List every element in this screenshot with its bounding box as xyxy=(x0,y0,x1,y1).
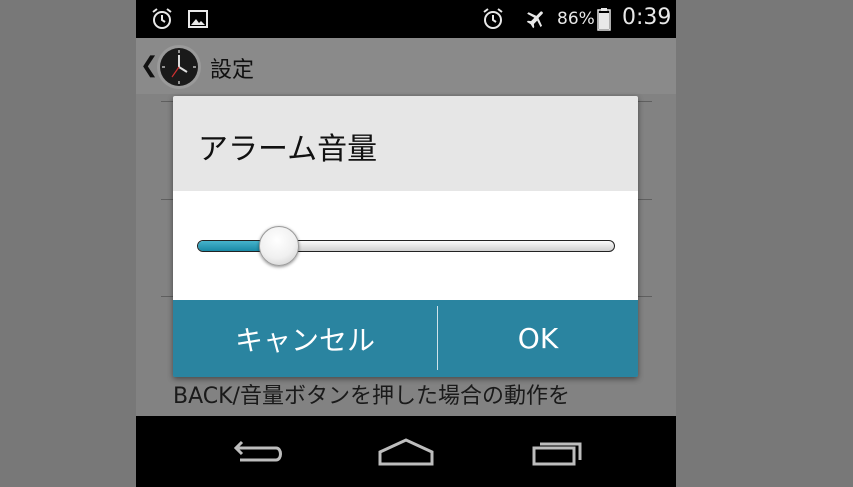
battery-percent: 86% xyxy=(557,9,595,29)
dialog-button-bar: キャンセル OK xyxy=(173,300,638,377)
home-icon[interactable] xyxy=(376,434,436,470)
image-notification-icon xyxy=(188,10,208,28)
action-bar[interactable]: ❮ 設定 xyxy=(136,38,676,94)
phone-screen: 86% 0:39 ❮ 設定 BACK/音量ボタンを押した場合の動作を アラーム音… xyxy=(136,0,676,487)
dialog-title: アラーム音量 xyxy=(198,132,378,167)
alarm-icon xyxy=(483,8,503,29)
dialog-body xyxy=(173,191,638,300)
clock-time: 0:39 xyxy=(622,5,672,30)
battery-icon xyxy=(597,8,611,31)
status-bar: 86% 0:39 xyxy=(136,0,676,38)
page-title: 設定 xyxy=(210,58,255,83)
dialog-header: アラーム音量 xyxy=(173,96,638,191)
alarm-volume-dialog: アラーム音量 キャンセル OK xyxy=(173,96,638,377)
airplane-mode-icon xyxy=(526,11,543,29)
back-icon[interactable] xyxy=(226,434,286,470)
clock-icon xyxy=(157,45,201,89)
alarm-icon xyxy=(152,8,172,29)
ok-button[interactable]: OK xyxy=(438,300,638,377)
setting-description: BACK/音量ボタンを押した場合の動作を xyxy=(173,384,570,409)
cancel-button[interactable]: キャンセル xyxy=(173,300,437,377)
navigation-bar xyxy=(136,416,676,487)
volume-slider-thumb[interactable] xyxy=(259,226,300,266)
recent-apps-icon[interactable] xyxy=(526,434,586,470)
